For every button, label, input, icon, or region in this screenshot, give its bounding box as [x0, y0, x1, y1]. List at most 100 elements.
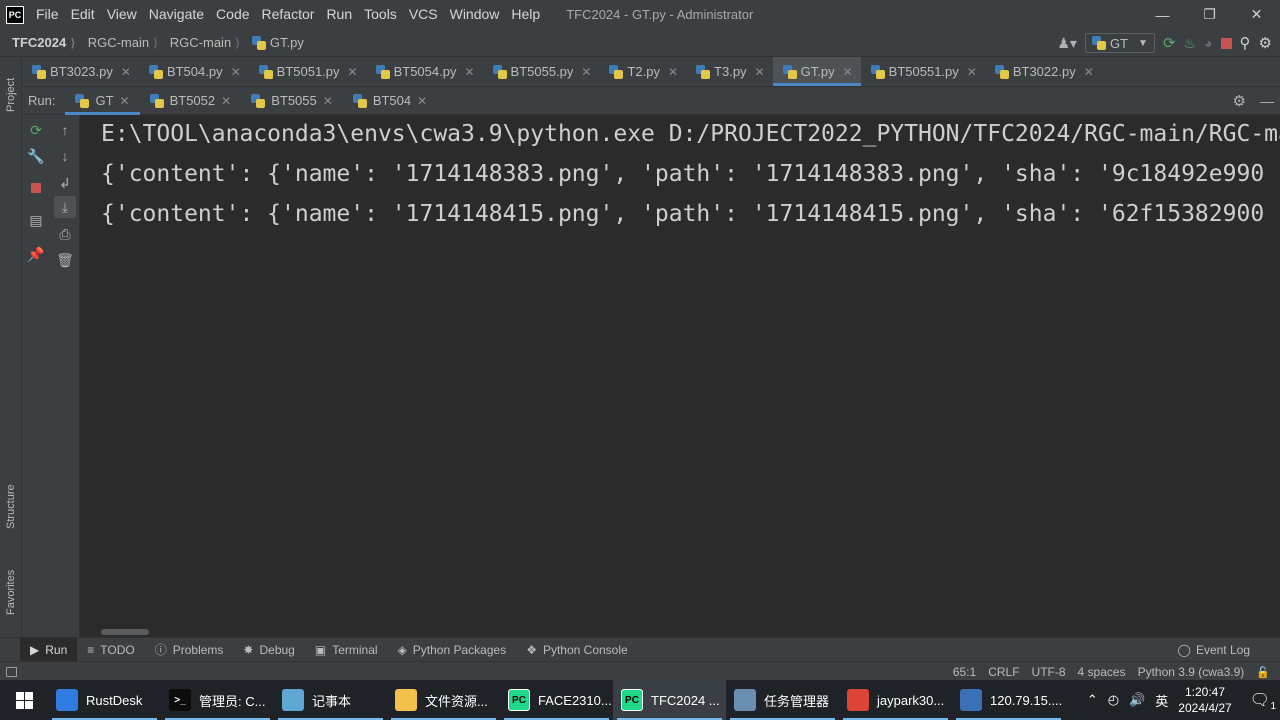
run-config-select[interactable]: GT ▼ [1084, 33, 1155, 53]
lock-icon[interactable]: 🔓 [1256, 666, 1270, 679]
breadcrumb-subfolder[interactable]: RGC-main ⟩ [158, 35, 240, 50]
menu-view[interactable]: View [101, 0, 143, 29]
breadcrumb-project[interactable]: TFC2024 ⟩ [0, 35, 76, 50]
close-tab-icon[interactable]: ✕ [121, 65, 131, 79]
tool-tab-todo[interactable]: ≡ TODO [77, 638, 144, 662]
close-tab-icon[interactable]: ✕ [755, 65, 765, 79]
rerun-icon[interactable]: ⟳ [1163, 34, 1176, 52]
trash-icon[interactable]: 🗑 [54, 249, 76, 271]
chevron-up-icon[interactable]: ⌃ [1087, 692, 1098, 708]
run-tab-bt504[interactable]: BT504 ✕ [343, 87, 437, 115]
python-interpreter[interactable]: Python 3.9 (cwa3.9) [1138, 665, 1245, 679]
start-button[interactable] [0, 680, 48, 720]
close-tab-icon[interactable]: ✕ [348, 65, 358, 79]
close-tab-icon[interactable]: ✕ [464, 65, 474, 79]
taskbar-app[interactable]: RustDesk [48, 680, 161, 720]
taskbar-app[interactable]: >_ 管理员: C... [161, 680, 274, 720]
close-tab-icon[interactable]: ✕ [231, 65, 241, 79]
editor-tab-bt5054-py[interactable]: BT5054.py ✕ [366, 57, 483, 86]
scroll-to-end-icon[interactable]: ⤓ [54, 196, 76, 218]
taskbar-app[interactable]: 记事本 [274, 680, 387, 720]
minimize-button[interactable]: — [1139, 0, 1186, 29]
hide-icon[interactable]: — [1260, 93, 1274, 109]
close-tab-icon[interactable]: ✕ [668, 65, 678, 79]
editor-tab-bt5051-py[interactable]: BT5051.py ✕ [249, 57, 366, 86]
taskbar-app[interactable]: jaypark30... [839, 680, 952, 720]
menu-help[interactable]: Help [505, 0, 546, 29]
arrow-down-icon[interactable]: ↓ [54, 145, 76, 167]
editor-tab-bt50551-py[interactable]: BT50551.py ✕ [861, 57, 985, 86]
structure-tool-window[interactable]: Structure [0, 472, 22, 542]
taskbar-app[interactable]: 120.79.15.... [952, 680, 1065, 720]
taskbar-app[interactable]: 文件资源... [387, 680, 500, 720]
tool-tab-python-console[interactable]: ❖ Python Console [516, 638, 638, 662]
menu-refactor[interactable]: Refactor [256, 0, 321, 29]
wrench-icon[interactable]: 🔧 [25, 145, 47, 167]
menu-edit[interactable]: Edit [65, 0, 101, 29]
close-tab-icon[interactable]: ✕ [120, 94, 130, 108]
stop-icon[interactable] [25, 177, 47, 199]
editor-tab-t3-py[interactable]: T3.py ✕ [686, 57, 773, 86]
menu-code[interactable]: Code [210, 0, 255, 29]
breadcrumb-folder[interactable]: RGC-main ⟩ [76, 35, 158, 50]
clock[interactable]: 1:20:47 2024/4/27 [1178, 684, 1231, 716]
editor-tab-bt5055-py[interactable]: BT5055.py ✕ [483, 57, 600, 86]
arrow-up-icon[interactable]: ↑ [54, 119, 76, 141]
layout-icon[interactable]: ▤ [25, 209, 47, 231]
search-icon[interactable]: ⚲ [1240, 34, 1251, 52]
menu-vcs[interactable]: VCS [403, 0, 444, 29]
close-tab-icon[interactable]: ✕ [221, 94, 231, 108]
rerun-icon[interactable]: ⟳ [25, 119, 47, 141]
menu-file[interactable]: File [30, 0, 65, 29]
caret-position[interactable]: 65:1 [953, 665, 976, 679]
editor-tab-gt-py[interactable]: GT.py ✕ [772, 57, 861, 86]
taskbar-app[interactable]: 任务管理器 [726, 680, 839, 720]
tool-tab-problems[interactable]: ⓘ Problems [145, 638, 234, 662]
close-tab-icon[interactable]: ✕ [417, 94, 427, 108]
gear-icon[interactable]: ⚙ [1233, 92, 1246, 110]
run-tab-bt5052[interactable]: BT5052 ✕ [140, 87, 242, 115]
project-tool-window[interactable]: Project [0, 65, 22, 125]
run-tab-bt5055[interactable]: BT5055 ✕ [241, 87, 343, 115]
panel-toggle-icon[interactable] [6, 666, 17, 677]
notification-icon[interactable]: 🗨 1 [1250, 690, 1276, 712]
close-tab-icon[interactable]: ✕ [967, 65, 977, 79]
tool-tab-terminal[interactable]: ▣ Terminal [305, 638, 388, 662]
profile-icon[interactable]: ◕ [1204, 35, 1212, 51]
menu-tools[interactable]: Tools [358, 0, 403, 29]
editor-tab-bt504-py[interactable]: BT504.py ✕ [139, 57, 249, 86]
stop-icon[interactable] [1220, 37, 1232, 49]
close-tab-icon[interactable]: ✕ [1084, 65, 1094, 79]
close-tab-icon[interactable]: ✕ [843, 65, 853, 79]
indent-setting[interactable]: 4 spaces [1078, 665, 1126, 679]
soft-wrap-icon[interactable]: ↲ [54, 172, 76, 194]
wifi-icon[interactable]: ◴ [1108, 692, 1119, 708]
favorites-tool-window[interactable]: Favorites [0, 557, 22, 627]
line-separator[interactable]: CRLF [988, 665, 1019, 679]
ime-indicator[interactable]: 英 [1155, 691, 1168, 710]
user-icon[interactable]: ♟▾ [1057, 35, 1077, 52]
tool-tab-python-packages[interactable]: ◈ Python Packages [388, 638, 517, 662]
debug-icon[interactable]: ♨ [1184, 35, 1197, 52]
event-log-button[interactable]: ◯ Event Log [1178, 638, 1250, 662]
volume-icon[interactable]: 🔊 [1129, 692, 1145, 708]
editor-tab-bt3022-py[interactable]: BT3022.py ✕ [985, 57, 1102, 86]
tool-tab-debug[interactable]: ✸ Debug [233, 638, 304, 662]
close-button[interactable]: ✕ [1233, 0, 1280, 29]
horizontal-scrollbar[interactable] [101, 629, 149, 635]
print-icon[interactable]: ⎙ [54, 223, 76, 245]
console-output[interactable]: E:\TOOL\anaconda3\envs\cwa3.9\python.exe… [81, 115, 1280, 637]
settings-icon[interactable]: ⚙ [1259, 34, 1272, 52]
editor-tab-bt3023-py[interactable]: BT3023.py ✕ [22, 57, 139, 86]
file-encoding[interactable]: UTF-8 [1032, 665, 1066, 679]
taskbar-app[interactable]: PC FACE2310... [500, 680, 613, 720]
taskbar-app[interactable]: PC TFC2024 ... [613, 680, 726, 720]
pin-icon[interactable]: 📌 [25, 243, 47, 265]
menu-run[interactable]: Run [320, 0, 358, 29]
close-tab-icon[interactable]: ✕ [323, 94, 333, 108]
menu-window[interactable]: Window [444, 0, 506, 29]
run-tab-gt[interactable]: GT ✕ [65, 87, 140, 115]
close-tab-icon[interactable]: ✕ [581, 65, 591, 79]
tool-tab-run[interactable]: ▶ Run [20, 637, 78, 662]
menu-navigate[interactable]: Navigate [143, 0, 210, 29]
